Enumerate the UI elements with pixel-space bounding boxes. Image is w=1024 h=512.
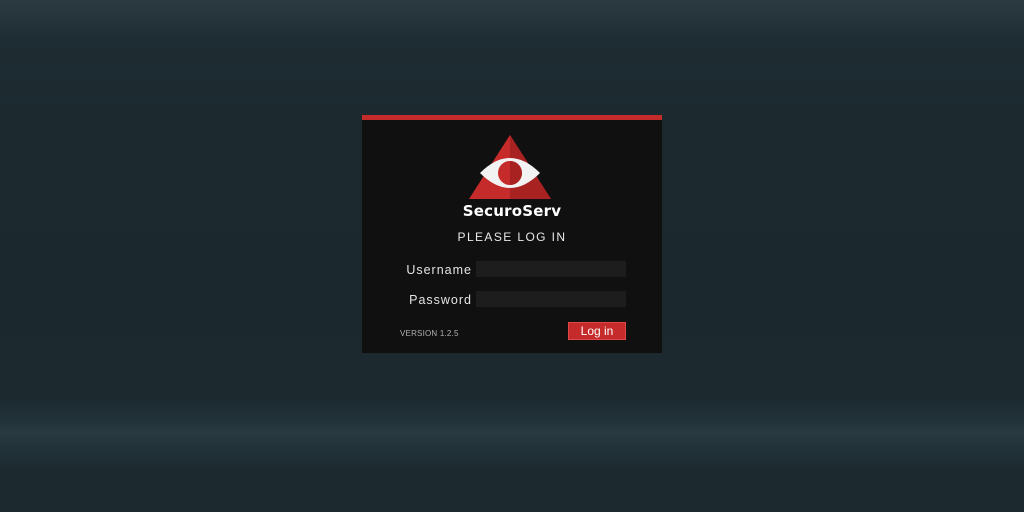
username-label: Username — [406, 263, 472, 277]
version-text: VERSION 1.2.5 — [400, 329, 459, 338]
brand-name: SecuroServ — [462, 202, 562, 220]
login-button[interactable]: Log in — [568, 322, 626, 340]
username-input[interactable] — [476, 261, 626, 277]
password-label: Password — [409, 293, 472, 307]
login-panel: SecuroServ PLEASE LOG IN Username Passwo… — [362, 115, 662, 353]
password-input[interactable] — [476, 291, 626, 307]
login-heading: PLEASE LOG IN — [457, 230, 567, 244]
eye-triangle-logo-icon — [469, 135, 551, 199]
